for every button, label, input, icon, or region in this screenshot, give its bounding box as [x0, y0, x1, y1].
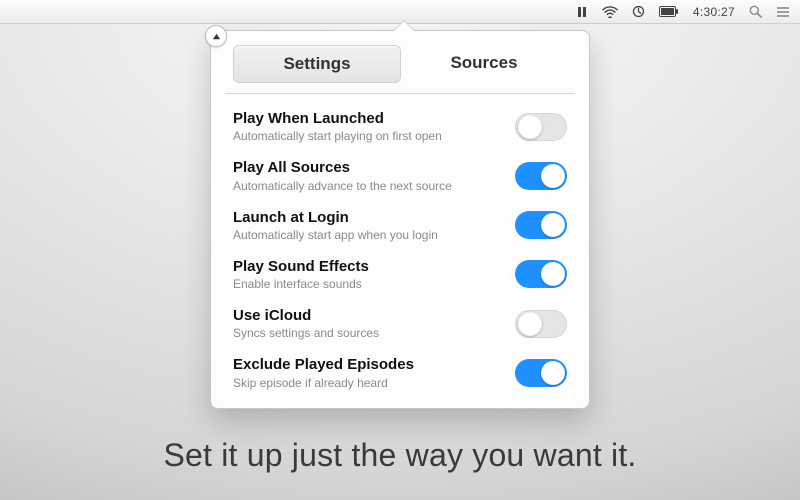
toggle-knob — [518, 115, 542, 139]
timemachine-icon[interactable] — [632, 5, 645, 18]
toggle-knob — [541, 164, 565, 188]
menubar-clock[interactable]: 4:30:27 — [693, 5, 735, 19]
settings-row: Launch at Login Automatically start app w… — [229, 201, 571, 250]
tab-settings[interactable]: Settings — [233, 45, 401, 83]
settings-row: Play All Sources Automatically advance to… — [229, 151, 571, 200]
battery-icon[interactable] — [659, 6, 679, 17]
collapse-button[interactable] — [205, 25, 227, 47]
toggle-knob — [541, 213, 565, 237]
setting-subtitle: Enable interface sounds — [233, 277, 503, 291]
tagline: Set it up just the way you want it. — [0, 437, 800, 474]
settings-row: Use iCloud Syncs settings and sources — [229, 299, 571, 348]
settings-row: Play When Launched Automatically start pl… — [229, 102, 571, 151]
setting-subtitle: Skip episode if already heard — [233, 376, 503, 390]
tab-sources[interactable]: Sources — [401, 45, 567, 83]
toggle-knob — [518, 312, 542, 336]
setting-title: Play When Launched — [233, 110, 503, 127]
setting-subtitle: Syncs settings and sources — [233, 326, 503, 340]
setting-toggle[interactable] — [515, 211, 567, 239]
setting-toggle[interactable] — [515, 310, 567, 338]
popover-tabs: Settings Sources — [233, 45, 567, 83]
setting-toggle[interactable] — [515, 260, 567, 288]
setting-toggle[interactable] — [515, 162, 567, 190]
wifi-icon[interactable] — [602, 6, 618, 18]
setting-subtitle: Automatically advance to the next source — [233, 179, 503, 193]
setting-subtitle: Automatically start playing on first ope… — [233, 129, 503, 143]
setting-title: Launch at Login — [233, 209, 503, 226]
toggle-knob — [541, 262, 565, 286]
settings-list: Play When Launched Automatically start pl… — [211, 102, 589, 398]
setting-toggle[interactable] — [515, 359, 567, 387]
settings-row: Play Sound Effects Enable interface sound… — [229, 250, 571, 299]
pause-icon[interactable] — [576, 6, 588, 18]
setting-toggle[interactable] — [515, 113, 567, 141]
setting-title: Play Sound Effects — [233, 258, 503, 275]
settings-row: Exclude Played Episodes Skip episode if a… — [229, 348, 571, 397]
setting-title: Exclude Played Episodes — [233, 356, 503, 373]
toggle-knob — [541, 361, 565, 385]
setting-title: Play All Sources — [233, 159, 503, 176]
notifications-icon[interactable] — [776, 6, 790, 18]
setting-title: Use iCloud — [233, 307, 503, 324]
setting-subtitle: Automatically start app when you login — [233, 228, 503, 242]
settings-popover: Settings Sources Play When Launched Autom… — [210, 30, 590, 409]
divider — [225, 93, 575, 94]
spotlight-icon[interactable] — [749, 5, 762, 18]
